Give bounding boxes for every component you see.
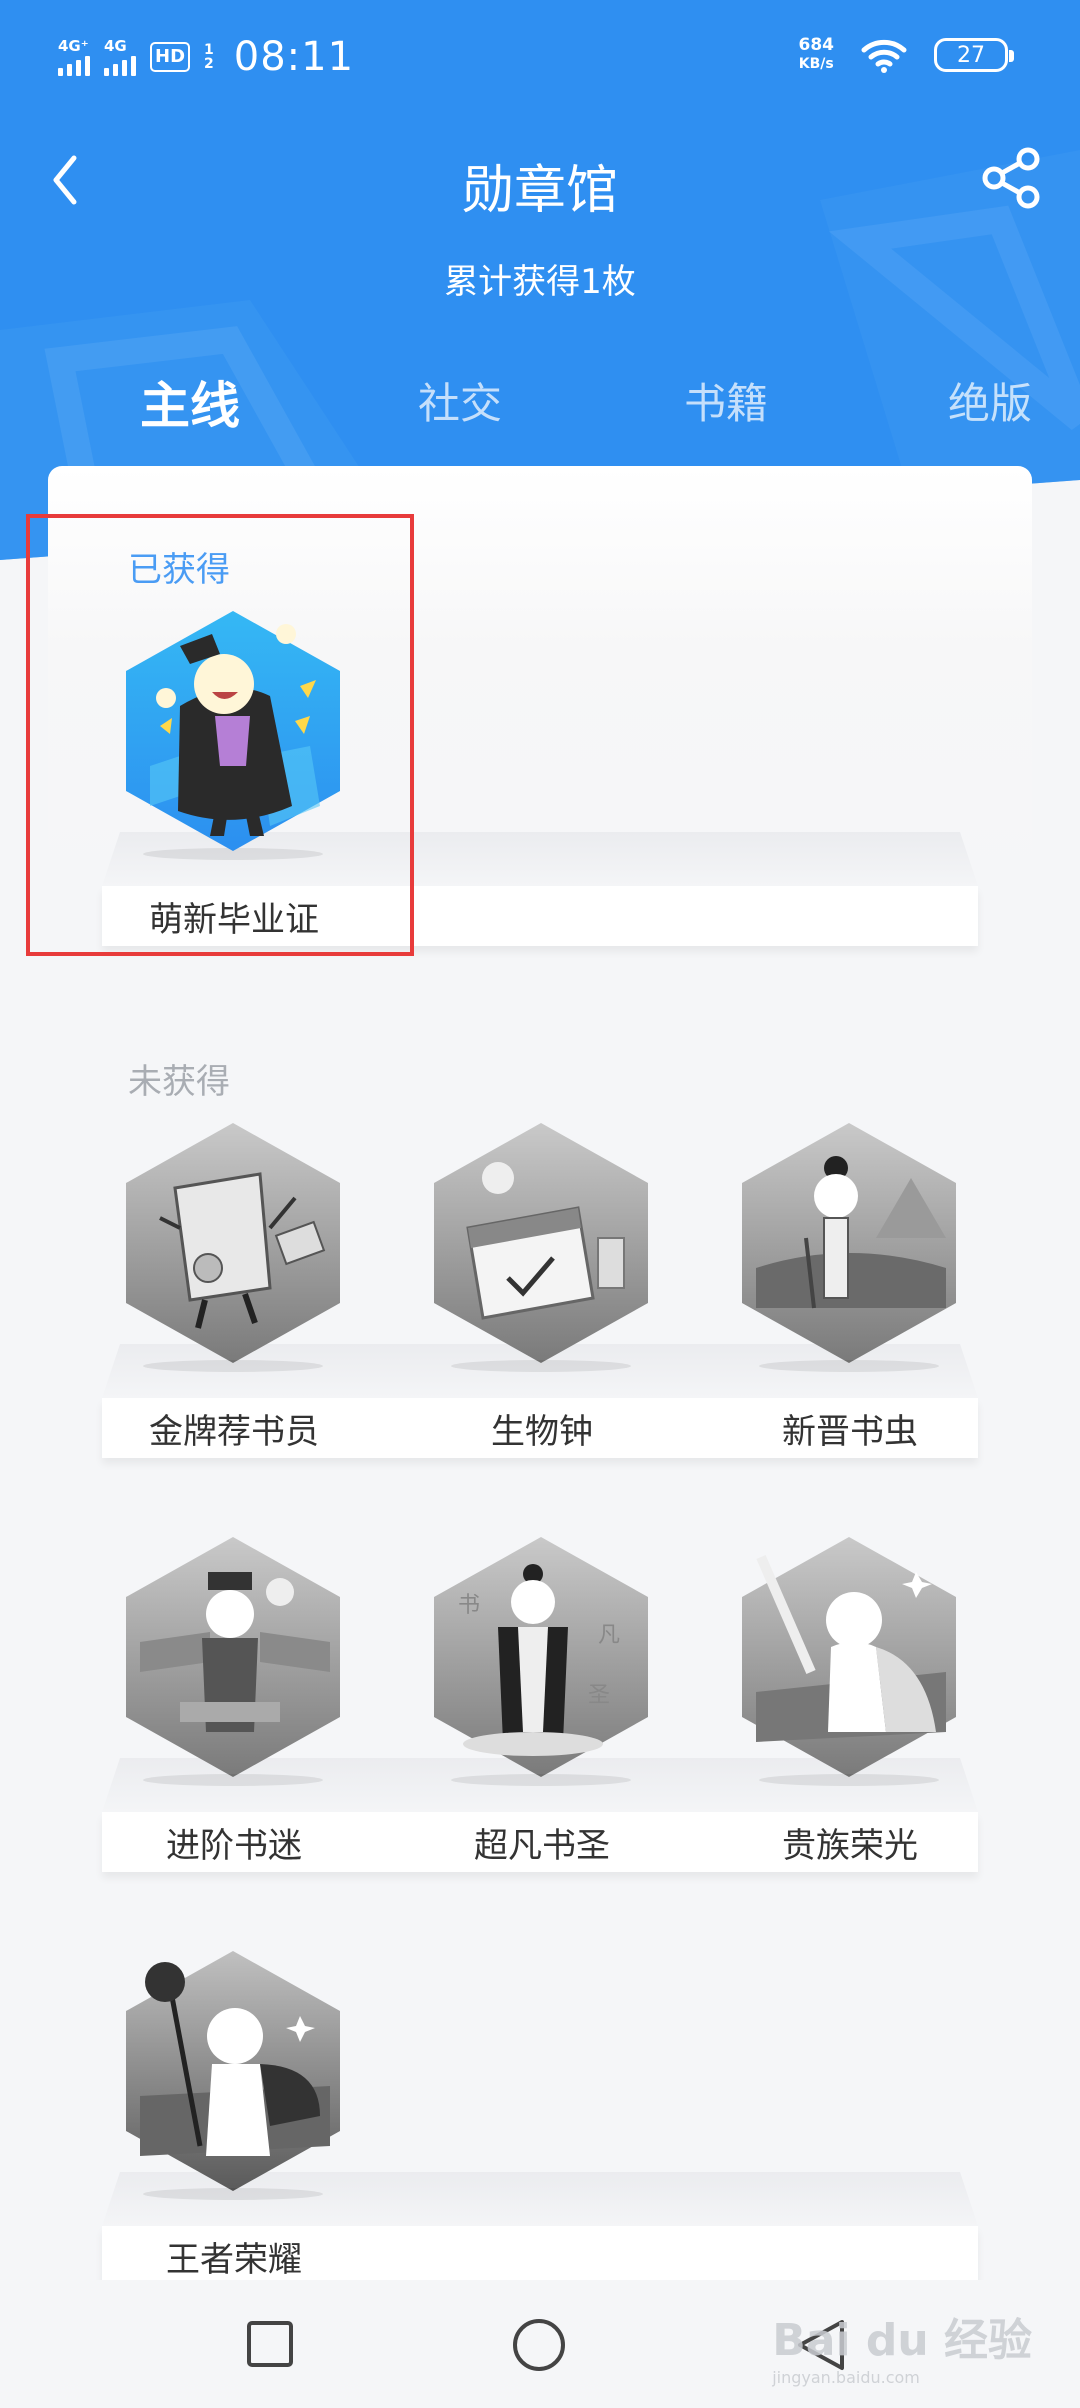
tab-books[interactable]: 书籍 <box>684 370 768 431</box>
badge-name: 进阶书迷 <box>166 1826 302 1866</box>
highlight-box <box>26 514 414 956</box>
baidu-watermark: Bai du 经验 jingyan.baidu.com <box>772 2304 1032 2387</box>
badge-shadow <box>759 1360 939 1372</box>
tab-limited[interactable]: 绝版 <box>948 370 1032 431</box>
watermark-brand: Bai du 经验 <box>772 2315 1032 2366</box>
share-icon[interactable] <box>980 146 1044 210</box>
badge-name: 王者荣耀 <box>166 2240 302 2280</box>
battery-indicator: 27 <box>934 38 1014 72</box>
tab-main[interactable]: 主线 <box>140 366 240 438</box>
unearned-section-label: 未获得 <box>128 1062 230 1102</box>
signal-bars-icon <box>104 54 136 76</box>
badge-name: 生物钟 <box>491 1412 593 1452</box>
watermark-url: jingyan.baidu.com <box>772 2368 920 2387</box>
king-glory-badge-icon[interactable] <box>120 1946 346 2196</box>
speed-unit: KB/s <box>798 56 834 72</box>
svg-text:凡: 凡 <box>598 1623 620 1648</box>
svg-text:书: 书 <box>458 1593 480 1618</box>
network-speed: 684 KB/s <box>799 36 835 74</box>
tab-social[interactable]: 社交 <box>418 370 502 431</box>
status-bar: 4G⁺ 4G HD 1 2 08:11 684 KB/s 27 <box>0 0 1080 120</box>
badge-shadow <box>143 1360 323 1372</box>
badge-shadow <box>451 1774 631 1786</box>
sim-indicator: 1 2 <box>204 43 214 71</box>
signal-2: 4G <box>104 38 136 76</box>
signal-bars-icon <box>58 54 90 76</box>
signal-1-label: 4G⁺ <box>58 37 89 55</box>
page-title: 勋章馆 <box>461 161 618 221</box>
badge-name: 金牌荐书员 <box>149 1412 319 1452</box>
badge-name: 贵族荣光 <box>782 1826 918 1866</box>
home-circle-icon[interactable] <box>512 2318 566 2372</box>
sim-1: 1 <box>204 42 214 58</box>
badge-name: 超凡书圣 <box>474 1826 610 1866</box>
battery-level: 27 <box>957 42 985 68</box>
hd-voice-icon: HD <box>150 42 191 72</box>
wifi-icon <box>861 39 907 73</box>
biological-clock-badge-icon[interactable] <box>428 1118 654 1368</box>
svg-text:圣: 圣 <box>588 1683 610 1708</box>
signal-1: 4G⁺ <box>58 38 90 76</box>
badge-shadow <box>759 1774 939 1786</box>
total-earned-count: 累计获得1枚 <box>444 262 636 302</box>
badge-name: 新晋书虫 <box>782 1412 918 1452</box>
speed-value: 684 <box>798 35 835 55</box>
clock: 08:11 <box>233 34 355 80</box>
noble-glory-badge-icon[interactable] <box>736 1532 962 1782</box>
bookworm-badge-icon[interactable] <box>736 1118 962 1368</box>
sim-2: 2 <box>204 56 214 72</box>
advanced-reader-badge-icon[interactable] <box>120 1532 346 1782</box>
recents-square-icon[interactable] <box>246 2320 294 2368</box>
category-tabs: 主线 社交 书籍 绝版 <box>0 370 1080 440</box>
badge-shadow <box>143 1774 323 1786</box>
signal-2-label: 4G <box>104 37 127 55</box>
book-sage-badge-icon[interactable]: 书 凡 圣 <box>428 1532 654 1782</box>
badge-shadow <box>143 2188 323 2200</box>
top-nav: 勋章馆 <box>0 140 1080 221</box>
badge-shadow <box>451 1360 631 1372</box>
recommender-badge-icon[interactable] <box>120 1118 346 1368</box>
